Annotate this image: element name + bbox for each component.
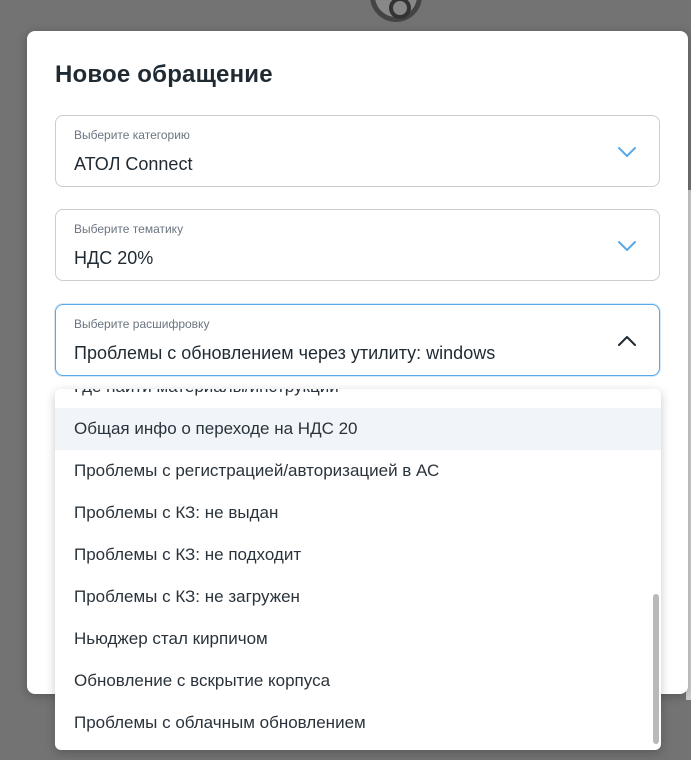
chevron-down-icon[interactable] xyxy=(615,140,639,164)
category-select-value: АТОЛ Connect xyxy=(74,154,193,174)
option-item[interactable]: Где найти материалы/инструкции xyxy=(55,389,661,408)
topic-select-label: Выберите тематику xyxy=(74,222,184,236)
topic-select-value: НДС 20% xyxy=(74,248,154,268)
decoding-select-label: Выберите расшифровку xyxy=(74,317,210,331)
decoding-options-list: Где найти материалы/инструкции Общая инф… xyxy=(55,389,661,744)
option-item[interactable]: Проблемы с регистрацией/авторизацией в А… xyxy=(55,450,661,492)
chevron-up-icon[interactable] xyxy=(615,329,639,353)
chevron-down-icon[interactable] xyxy=(615,234,639,258)
decoding-select-value: Проблемы с обновлением через утилиту: wi… xyxy=(74,343,496,363)
decoding-options-dropdown[interactable]: Где найти материалы/инструкции Общая инф… xyxy=(55,389,661,750)
decoding-select[interactable]: Выберите расшифровку Проблемы с обновлен… xyxy=(55,304,660,376)
category-select[interactable]: Выберите категорию АТОЛ Connect xyxy=(55,115,660,187)
dropdown-scrollbar[interactable] xyxy=(653,594,659,744)
option-item[interactable]: Проблемы с облачным обновлением xyxy=(55,702,661,744)
option-item[interactable]: Ньюджер стал кирпичом xyxy=(55,618,661,660)
category-select-label: Выберите категорию xyxy=(74,128,190,142)
option-item[interactable]: Проблемы с КЗ: не выдан xyxy=(55,492,661,534)
option-item[interactable]: Обновление с вскрытие корпуса xyxy=(55,660,661,702)
option-item[interactable]: Проблемы с КЗ: не подходит xyxy=(55,534,661,576)
option-item[interactable]: Общая инфо о переходе на НДС 20 xyxy=(55,408,661,450)
option-item[interactable]: Проблемы с КЗ: не загружен xyxy=(55,576,661,618)
modal-title: Новое обращение xyxy=(55,61,273,88)
topic-select[interactable]: Выберите тематику НДС 20% xyxy=(55,209,660,281)
